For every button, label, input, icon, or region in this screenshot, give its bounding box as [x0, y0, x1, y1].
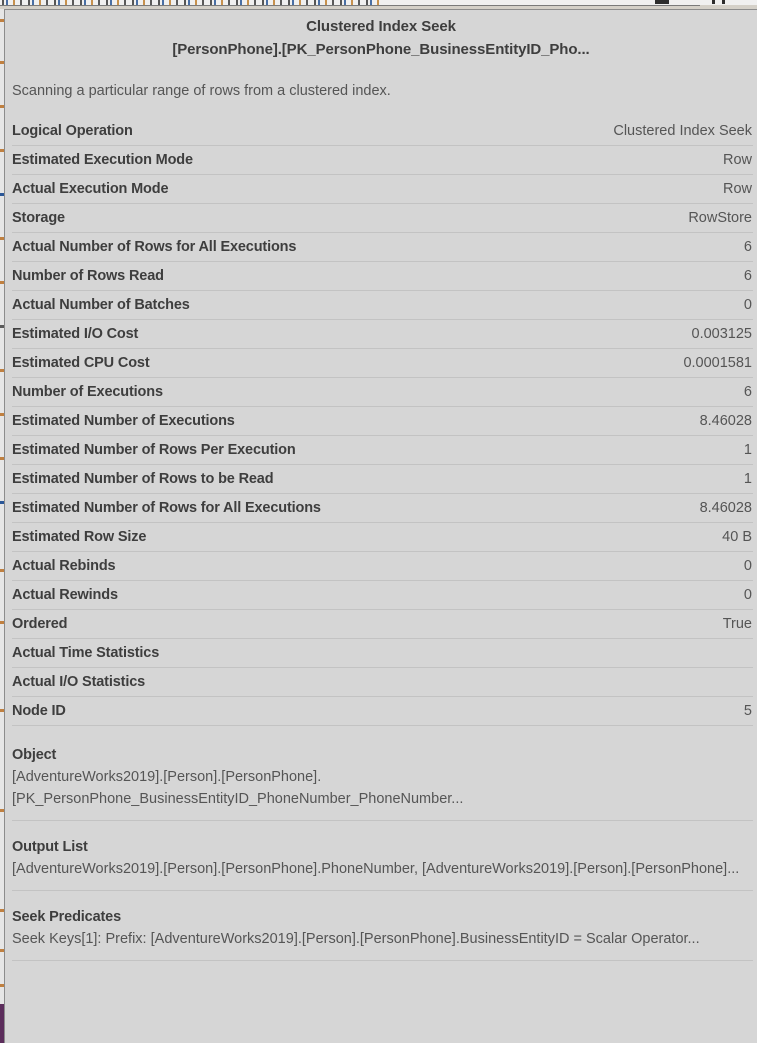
property-value: 6 [743, 268, 752, 284]
close-icon[interactable] [722, 0, 725, 4]
property-label: Actual Rebinds [12, 558, 116, 574]
property-value: 1 [743, 442, 752, 458]
property-row[interactable]: Estimated Execution Mode Row [12, 146, 753, 175]
property-row[interactable]: Node ID 5 [12, 697, 753, 726]
detail-title: Object [12, 747, 57, 763]
property-value: 0 [743, 558, 752, 574]
property-label: Estimated Execution Mode [12, 152, 193, 168]
detail-block[interactable]: Object [AdventureWorks2019].[Person].[Per… [12, 726, 753, 821]
property-grid: Logical Operation Clustered Index Seek Est… [5, 117, 757, 726]
property-row[interactable]: Actual Number of Rows for All Executions… [12, 233, 753, 262]
detail-text: [AdventureWorks2019].[Person].[PersonPho… [12, 769, 464, 807]
property-value: 6 [743, 239, 752, 255]
property-value: Row [722, 152, 752, 168]
detail-block[interactable]: Seek Predicates Seek Keys[1]: Prefix: [Ad… [12, 891, 753, 961]
property-value: Row [722, 181, 752, 197]
property-label: Node ID [12, 703, 66, 719]
property-label: Actual I/O Statistics [12, 674, 146, 690]
detail-text: [AdventureWorks2019].[Person].[PersonPho… [12, 861, 740, 877]
detail-title: Seek Predicates [12, 909, 121, 925]
property-value: 5 [743, 703, 752, 719]
property-label: Estimated I/O Cost [12, 326, 139, 342]
property-label: Actual Number of Rows for All Executions [12, 239, 297, 255]
property-row[interactable]: Actual Number of Batches 0 [12, 291, 753, 320]
property-value: Clustered Index Seek [613, 123, 752, 139]
property-label: Actual Number of Batches [12, 297, 190, 313]
operator-subtitle: [PersonPhone].[PK_PersonPhone_BusinessEn… [172, 41, 590, 58]
property-value: True [722, 616, 752, 632]
property-row[interactable]: Estimated Number of Rows for All Executi… [12, 494, 753, 523]
detail-sections: Object [AdventureWorks2019].[Person].[Per… [5, 726, 757, 961]
property-value: 1 [743, 471, 752, 487]
property-label: Estimated Number of Rows to be Read [12, 471, 274, 487]
property-row[interactable]: Estimated Number of Rows Per Execution 1 [12, 436, 753, 465]
property-label: Actual Time Statistics [12, 645, 160, 661]
property-value: 0.003125 [691, 326, 752, 342]
property-row[interactable]: Estimated CPU Cost 0.0001581 [12, 349, 753, 378]
property-label: Logical Operation [12, 123, 133, 139]
property-row[interactable]: Actual I/O Statistics [12, 668, 753, 697]
property-value: 0 [743, 297, 752, 313]
minimize-icon[interactable] [655, 0, 669, 4]
maximize-icon[interactable] [712, 0, 715, 4]
property-row[interactable]: Ordered True [12, 610, 753, 639]
toolbar-divider [0, 5, 700, 6]
detail-text: Seek Keys[1]: Prefix: [AdventureWorks201… [12, 931, 700, 947]
property-row[interactable]: Estimated Number of Executions 8.46028 [12, 407, 753, 436]
detail-title: Output List [12, 839, 88, 855]
property-row[interactable]: Estimated Row Size 40 B [12, 523, 753, 552]
property-label: Estimated Number of Rows for All Executi… [12, 500, 321, 516]
property-value: 8.46028 [699, 413, 752, 429]
detail-block[interactable]: Output List [AdventureWorks2019].[Person]… [12, 821, 753, 891]
property-value: 0 [743, 587, 752, 603]
property-row[interactable]: Number of Executions 6 [12, 378, 753, 407]
property-value: 8.46028 [699, 500, 752, 516]
property-label: Number of Rows Read [12, 268, 164, 284]
property-value: 6 [743, 384, 752, 400]
property-label: Number of Executions [12, 384, 163, 400]
property-row[interactable]: Actual Time Statistics [12, 639, 753, 668]
property-label: Estimated CPU Cost [12, 355, 150, 371]
operator-description: Scanning a particular range of rows from… [12, 83, 391, 99]
property-row[interactable]: Number of Rows Read 6 [12, 262, 753, 291]
property-label: Estimated Number of Rows Per Execution [12, 442, 296, 458]
property-row[interactable]: Estimated Number of Rows to be Read 1 [12, 465, 753, 494]
property-row[interactable]: Actual Rebinds 0 [12, 552, 753, 581]
property-value: 40 B [722, 529, 752, 545]
tooltip-header: Clustered Index Seek [PersonPhone].[PK_P… [5, 10, 757, 61]
property-label: Storage [12, 210, 65, 226]
window-chrome-strip [0, 0, 757, 9]
property-row[interactable]: Actual Execution Mode Row [12, 175, 753, 204]
property-row[interactable]: Estimated I/O Cost 0.003125 [12, 320, 753, 349]
execution-plan-operator-tooltip: Clustered Index Seek [PersonPhone].[PK_P… [4, 9, 757, 1043]
property-label: Actual Execution Mode [12, 181, 169, 197]
property-row[interactable]: Actual Rewinds 0 [12, 581, 753, 610]
property-label: Actual Rewinds [12, 587, 118, 603]
operator-title: Clustered Index Seek [306, 18, 456, 35]
property-label: Estimated Row Size [12, 529, 147, 545]
property-value: RowStore [688, 210, 752, 226]
property-label: Estimated Number of Executions [12, 413, 235, 429]
property-row[interactable]: Storage RowStore [12, 204, 753, 233]
property-row[interactable]: Logical Operation Clustered Index Seek [12, 117, 753, 146]
property-value: 0.0001581 [683, 355, 752, 371]
property-label: Ordered [12, 616, 68, 632]
